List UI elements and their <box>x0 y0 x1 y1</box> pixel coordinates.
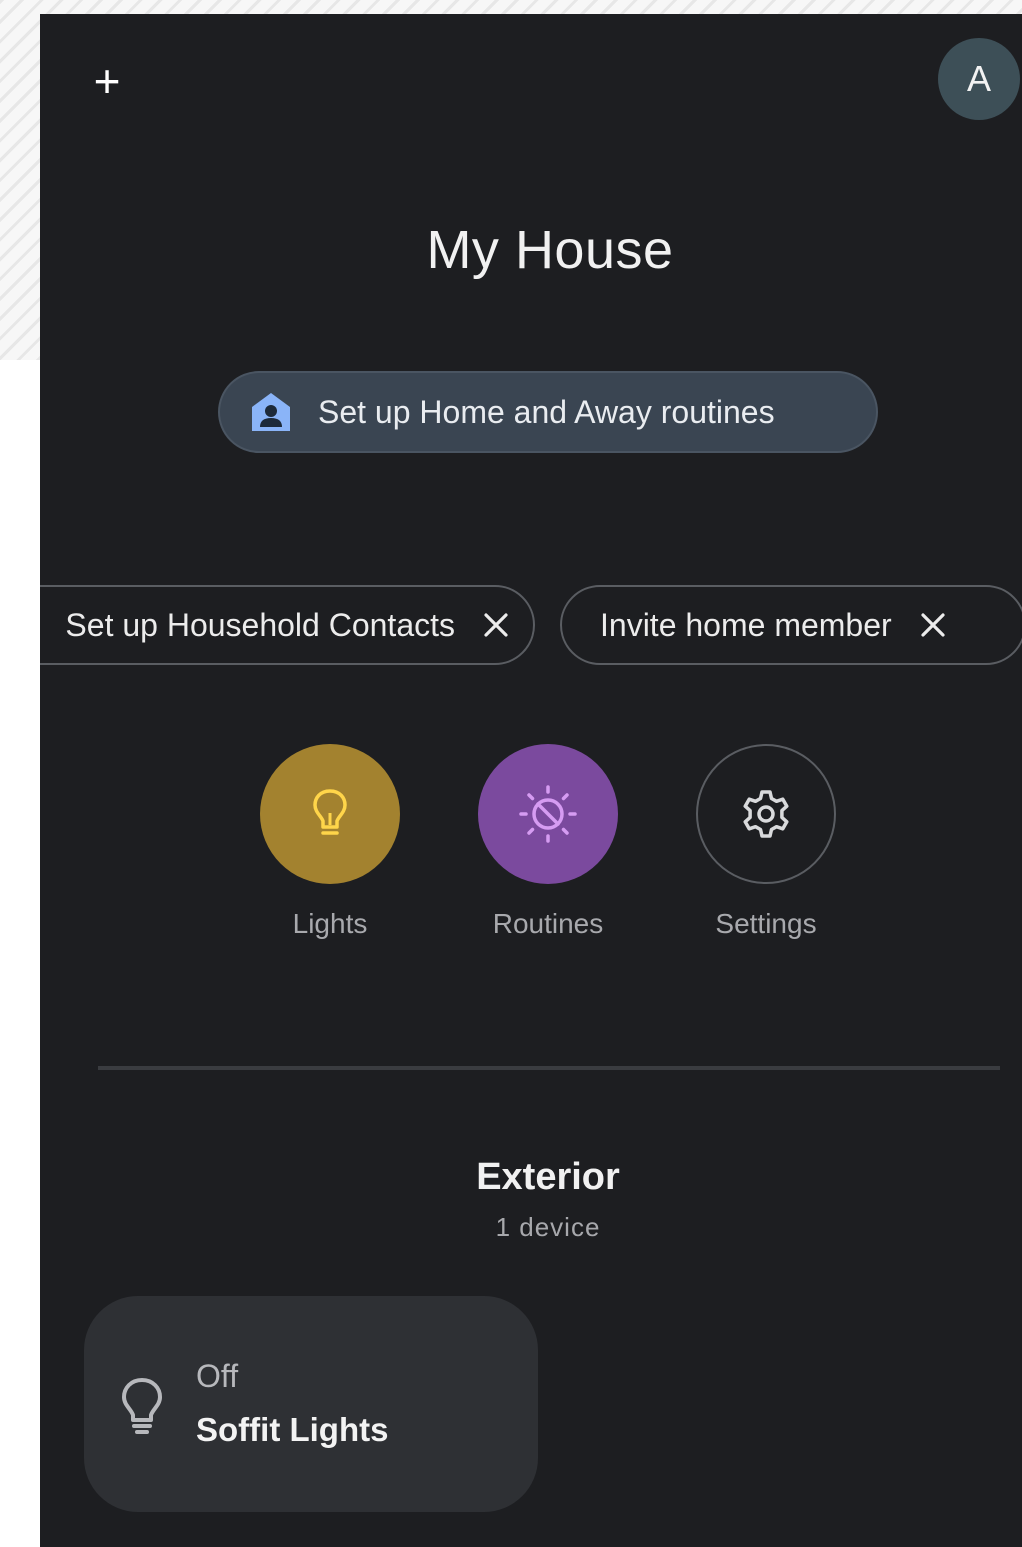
plus-icon: + <box>93 55 121 107</box>
room-device-count: 1 device <box>495 1212 601 1242</box>
room-title: Exterior <box>476 1156 620 1198</box>
invite-member-chip[interactable]: Invite home member <box>560 585 1022 665</box>
account-avatar[interactable]: A <box>938 38 1020 120</box>
gear-icon <box>743 790 789 838</box>
routines-shortcut-circle[interactable] <box>478 744 618 884</box>
lightbulb-icon <box>122 1378 162 1434</box>
device-state: Off <box>196 1358 239 1394</box>
avatar-initial: A <box>966 58 991 99</box>
invite-member-label: Invite home member <box>600 606 892 643</box>
section-divider <box>98 1066 1000 1070</box>
routines-shortcut-label: Routines <box>492 908 604 939</box>
household-contacts-label: Set up Household Contacts <box>65 606 455 643</box>
device-name: Soffit Lights <box>196 1411 389 1448</box>
home-person-icon <box>252 393 290 431</box>
close-icon[interactable] <box>481 610 511 640</box>
setup-home-away-label: Set up Home and Away routines <box>318 393 775 430</box>
close-icon[interactable] <box>918 610 948 640</box>
home-app-screen: + A My House Set up Home and Away routin… <box>40 14 1022 1547</box>
routines-icon <box>519 785 577 843</box>
page-title: My House <box>426 220 674 280</box>
background-patch <box>0 360 40 1547</box>
settings-shortcut-circle[interactable] <box>696 744 836 884</box>
settings-shortcut[interactable]: Settings <box>681 744 851 940</box>
household-contacts-chip[interactable]: Set up Household Contacts <box>40 585 535 665</box>
settings-shortcut-label: Settings <box>715 908 817 939</box>
setup-home-away-chip[interactable]: Set up Home and Away routines <box>218 371 878 453</box>
device-card-soffit-lights[interactable]: Off Soffit Lights <box>84 1296 538 1512</box>
routines-shortcut[interactable]: Routines <box>463 744 633 940</box>
lights-shortcut-label: Lights <box>292 908 368 939</box>
add-button[interactable]: + <box>84 58 130 104</box>
lights-shortcut[interactable]: Lights <box>245 744 415 940</box>
lightbulb-icon <box>313 789 347 835</box>
lights-shortcut-circle[interactable] <box>260 744 400 884</box>
